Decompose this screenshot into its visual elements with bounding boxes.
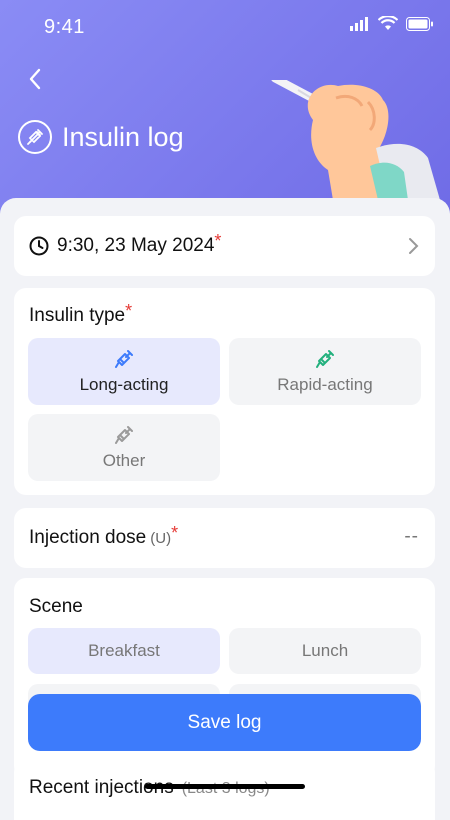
insulin-option-rapid-acting[interactable]: Rapid-acting	[229, 338, 421, 405]
syringe-icon	[18, 120, 52, 154]
injection-dose-field[interactable]: Injection dose (U)* --	[14, 508, 435, 568]
log-time-value: 9:30, 23 May 2024*	[57, 231, 221, 257]
home-indicator	[145, 784, 305, 789]
header-banner: 9:41 Insulin log	[0, 0, 450, 230]
recent-injections-card: Recent injections(Last 3 logs)	[14, 760, 435, 820]
dose-unit: (U)	[150, 530, 172, 547]
log-time-text: 9:30, 23 May 2024	[57, 235, 215, 256]
option-label: Lunch	[301, 641, 349, 660]
chevron-right-icon	[409, 238, 419, 254]
status-icons	[350, 16, 434, 31]
option-label: Long-acting	[79, 374, 169, 394]
status-time: 9:41	[44, 16, 85, 38]
insulin-option-long-acting[interactable]: Long-acting	[28, 338, 220, 405]
dose-value: --	[404, 526, 419, 547]
status-bar: 9:41	[0, 0, 450, 52]
syringe-icon	[115, 349, 133, 368]
scene-label: Scene	[29, 596, 83, 617]
scene-option-breakfast[interactable]: Breakfast	[28, 628, 220, 674]
signal-icon	[350, 16, 368, 31]
insulin-option-other[interactable]: Other	[28, 414, 220, 481]
option-label: Rapid-acting	[277, 374, 373, 394]
injection-dose-label: Injection dose (U)*	[29, 523, 178, 549]
back-button[interactable]	[22, 64, 50, 94]
insulin-type-label: Insulin type*	[29, 301, 132, 327]
insulin-type-card: Insulin type* Long-acting Rapid-acting O…	[14, 288, 435, 495]
chevron-left-icon	[29, 68, 41, 90]
hand-holding-syringe-illustration	[270, 80, 440, 200]
insulin-type-label-text: Insulin type	[29, 305, 126, 326]
clock-icon	[29, 236, 49, 256]
log-time-picker[interactable]: 9:30, 23 May 2024*	[14, 216, 435, 276]
page-title: Insulin log	[62, 121, 184, 152]
option-label: Breakfast	[88, 641, 160, 660]
required-mark: *	[125, 301, 133, 321]
required-mark: *	[171, 523, 179, 543]
wifi-icon	[378, 16, 398, 30]
option-label: Other	[102, 450, 146, 470]
save-log-button[interactable]: Save log	[28, 694, 421, 751]
required-mark: *	[214, 231, 222, 251]
syringe-icon	[115, 425, 133, 444]
injection-dose-label-text: Injection dose	[29, 527, 147, 548]
scene-option-lunch[interactable]: Lunch	[229, 628, 421, 674]
syringe-icon	[316, 349, 334, 368]
page-title-row: Insulin log	[18, 120, 184, 154]
battery-icon	[406, 16, 433, 31]
